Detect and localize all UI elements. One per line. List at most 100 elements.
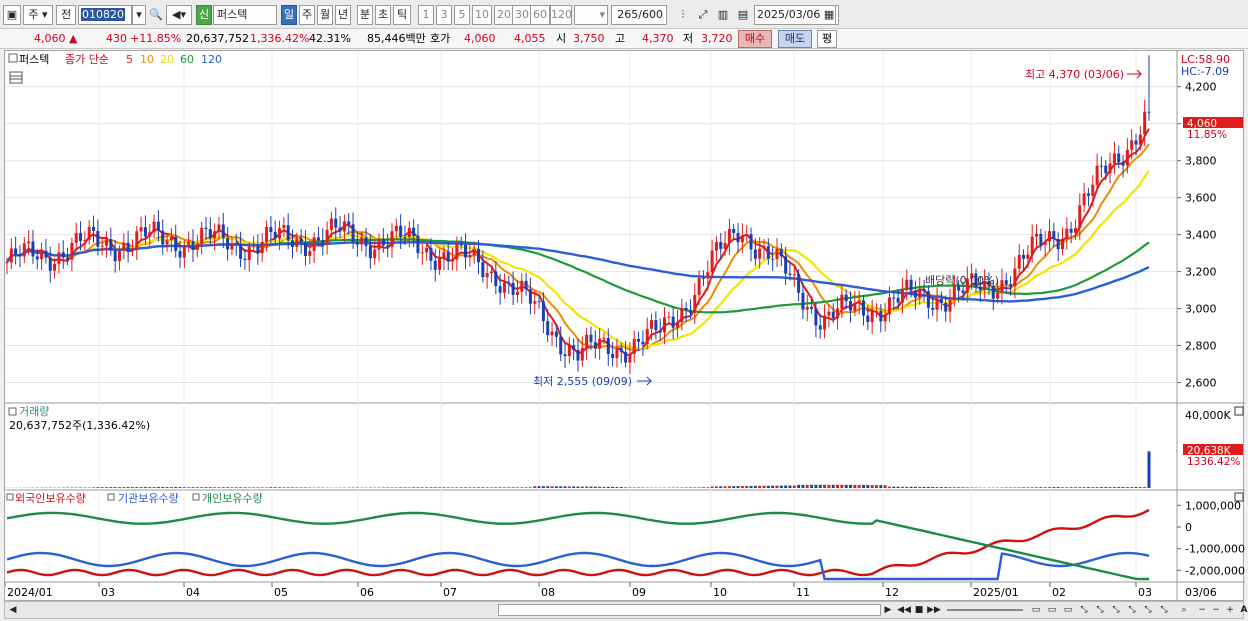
y-tick-label: 3,000 (1185, 303, 1217, 316)
open-label: 시 (556, 32, 567, 45)
period-year[interactable]: 년 (335, 5, 351, 25)
count-input[interactable]: 265/600 (611, 5, 667, 25)
volume-bar (598, 486, 602, 488)
turnover-rate: 42.31% (309, 32, 351, 45)
panel-tool-icon[interactable]: ▭ (1061, 603, 1075, 617)
fit-icon[interactable]: ⤡ (1077, 603, 1091, 617)
eval-button[interactable]: 평 (817, 30, 837, 48)
period-day[interactable]: 일 (281, 5, 297, 25)
volume-bar (252, 487, 256, 488)
legend-close-label[interactable]: 종가 단순 (65, 53, 109, 66)
stock-name-field[interactable]: 퍼스텍 (213, 5, 277, 25)
holding-foreign-label[interactable]: 외국인보유수량 (15, 492, 86, 505)
custom-interval-select[interactable]: ▾ (574, 5, 608, 25)
holding-inst-label[interactable]: 기관보유수량 (118, 492, 179, 505)
candle-body (1004, 280, 1008, 285)
window-icon[interactable]: ▣ (3, 5, 21, 25)
candle-body (92, 226, 96, 231)
period-minute[interactable]: 분 (357, 5, 373, 25)
interval-1[interactable]: 1 (418, 5, 434, 25)
save-icon[interactable]: ▤ (734, 5, 752, 25)
text-size-icon[interactable]: A (1237, 603, 1248, 617)
candle-icon[interactable]: ⫶ (674, 5, 692, 25)
legend-ma60[interactable]: 60 (180, 53, 194, 66)
volume-bar (126, 487, 130, 488)
candle-body (61, 252, 65, 258)
volume-bar (779, 485, 783, 488)
candle-body (524, 280, 528, 290)
y-tick-label: 3,600 (1185, 192, 1217, 205)
legend-ma20[interactable]: 20 (160, 53, 174, 66)
candle-body (243, 258, 247, 261)
market-select[interactable]: 주 ▾ (23, 5, 53, 25)
table-icon[interactable] (9, 71, 23, 84)
chart-type-icon[interactable]: ▥ (714, 5, 732, 25)
volume-bar (1082, 487, 1086, 488)
volume-close-icon[interactable] (1234, 406, 1244, 416)
scroll-right-button[interactable]: ▶ (881, 603, 895, 617)
zoom-out-icon[interactable]: − (1209, 603, 1223, 617)
scroll-thumb[interactable] (498, 604, 881, 616)
stock-code-input[interactable]: 010820 (78, 5, 132, 25)
fit-icon[interactable]: ⤡ (1109, 603, 1123, 617)
stock-chart-svg[interactable]: 퍼스텍 종가 단순 5 10 20 60 120 LC:58.90 HC:-7.… (4, 51, 1245, 602)
volume-bar (459, 487, 463, 488)
volume-bar (952, 487, 956, 488)
date-field[interactable]: 2025/03/06 ▦ (754, 5, 836, 25)
chart-scrollbar[interactable]: ◀ ▶ ◀◀ ■ ▶▶ ▭ ▭ ▭ ⤡ ⤡ ⤡ ⤡ ⤡ ⤡ ⌕ − − + A (4, 601, 1247, 619)
period-month[interactable]: 월 (317, 5, 333, 25)
interval-10[interactable]: 10 (472, 5, 492, 25)
legend-ma120[interactable]: 120 (201, 53, 222, 66)
candle-body (386, 245, 390, 247)
period-week[interactable]: 주 (299, 5, 315, 25)
draw-icon[interactable]: ⤢ (694, 5, 712, 25)
scroll-first-button[interactable]: ◀◀ (897, 603, 911, 617)
panel-tool-icon[interactable]: ▭ (1045, 603, 1059, 617)
legend-ma5[interactable]: 5 (126, 53, 133, 66)
fit-icon[interactable]: ⤡ (1093, 603, 1107, 617)
sell-button[interactable]: 매도 (778, 30, 812, 48)
panel-tool-icon[interactable]: ▭ (1029, 603, 1043, 617)
scroll-left-button[interactable]: ◀ (6, 603, 20, 617)
candle-body (753, 249, 757, 259)
magnifier-icon[interactable]: ⌕ (1177, 603, 1191, 617)
fit-icon[interactable]: ⤡ (1157, 603, 1171, 617)
holding-indiv-label[interactable]: 개인보유수량 (202, 492, 263, 505)
volume-title[interactable]: 거래량 (19, 405, 49, 418)
interval-3[interactable]: 3 (436, 5, 452, 25)
volume-bar (589, 486, 593, 488)
candle-body (650, 319, 654, 329)
fit-icon[interactable]: ⤡ (1125, 603, 1139, 617)
zoom-slider[interactable] (947, 609, 1023, 611)
zoom-out-icon[interactable]: − (1195, 603, 1209, 617)
credit-badge: 신 (196, 5, 212, 25)
interval-30[interactable]: 30 (512, 5, 532, 25)
interval-60[interactable]: 60 (530, 5, 550, 25)
zoom-in-icon[interactable]: + (1223, 603, 1237, 617)
interval-20[interactable]: 20 (494, 5, 514, 25)
speaker-icon[interactable]: ◀▾ (166, 5, 192, 25)
scroll-last-button[interactable]: ▶▶ (927, 603, 941, 617)
fit-icon[interactable]: ⤡ (1141, 603, 1155, 617)
volume-legend-box (8, 407, 17, 416)
candle-body (204, 227, 208, 230)
chart-area[interactable]: 퍼스텍 종가 단순 5 10 20 60 120 LC:58.90 HC:-7.… (4, 50, 1245, 602)
candle-body (1117, 153, 1121, 163)
volume-bar (818, 484, 822, 488)
period-tick[interactable]: 틱 (393, 5, 411, 25)
legend-name[interactable]: 퍼스텍 (19, 53, 49, 66)
search-icon[interactable]: 🔍 (148, 5, 164, 25)
period-second[interactable]: 초 (375, 5, 391, 25)
buy-button[interactable]: 매수 (738, 30, 772, 48)
calendar-icon[interactable]: ▦ (824, 8, 834, 21)
prev-button[interactable]: 전 (56, 5, 76, 25)
interval-120[interactable]: 120 (550, 5, 572, 25)
scroll-play-button[interactable]: ■ (912, 603, 926, 617)
candle-body (174, 236, 178, 252)
legend-ma10[interactable]: 10 (140, 53, 154, 66)
candle-body (291, 240, 294, 247)
interval-5[interactable]: 5 (454, 5, 470, 25)
volume-bar (148, 487, 152, 488)
code-dropdown[interactable]: ▾ (132, 5, 146, 25)
candle-body (788, 273, 792, 275)
